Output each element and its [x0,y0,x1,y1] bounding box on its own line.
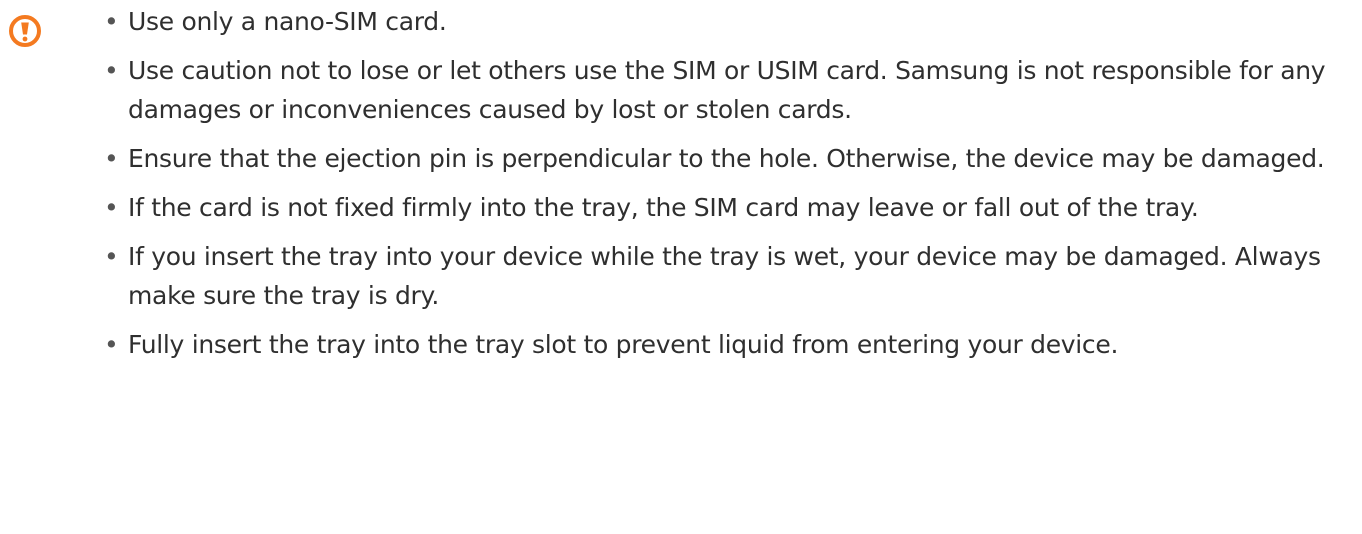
bullet-text: Ensure that the ejection pin is perpendi… [128,144,1325,173]
bullet-dot: • [104,242,119,271]
list-item: • Ensure that the ejection pin is perpen… [104,139,1344,178]
list-item: • Use only a nano-SIM card. [104,2,1344,41]
caution-bullet-list: • Use only a nano-SIM card. • Use cautio… [104,2,1344,374]
list-item: • If you insert the tray into your devic… [104,237,1344,315]
bullet-dot: • [104,330,119,359]
list-item: • If the card is not fixed firmly into t… [104,188,1344,227]
bullet-text: Use only a nano-SIM card. [128,7,447,36]
bullet-dot: • [104,144,119,173]
bullet-text: Fully insert the tray into the tray slot… [128,330,1119,359]
caution-icon [8,14,42,48]
bullet-text: If you insert the tray into your device … [128,242,1321,310]
bullet-dot: • [104,7,119,36]
list-item: • Use caution not to lose or let others … [104,51,1344,129]
bullet-text: Use caution not to lose or let others us… [128,56,1326,124]
bullet-dot: • [104,56,119,85]
bullet-text: If the card is not fixed firmly into the… [128,193,1199,222]
list-item: • Fully insert the tray into the tray sl… [104,325,1344,364]
bullet-dot: • [104,193,119,222]
